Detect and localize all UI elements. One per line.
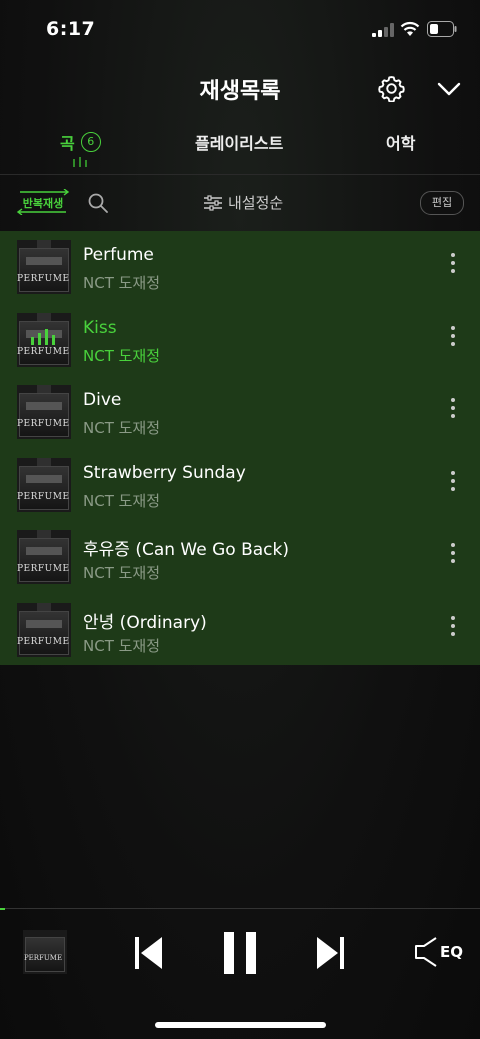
progress-fill [0,908,5,910]
more-icon[interactable] [447,398,459,422]
tab-songs-label: 곡 [60,134,75,153]
more-icon[interactable] [447,326,459,350]
wifi-icon [400,21,420,36]
edit-button[interactable]: 편집 [420,191,464,215]
prev-icon[interactable] [135,936,163,970]
song-artist: NCT 도재정 [83,637,161,655]
eq-label: EQ [440,943,463,961]
song-title: Strawberry Sunday [83,463,246,483]
song-title: Perfume [83,245,154,265]
album-cover-text: PERFUME [17,492,70,502]
more-icon[interactable] [447,253,459,277]
album-cover: PERFUME [17,313,71,367]
playing-bars-icon [31,329,55,345]
repeat-button[interactable]: 반복재생 [16,189,70,215]
home-indicator[interactable] [155,1022,326,1028]
song-title: Kiss [83,318,117,338]
sort-label: 내설정순 [228,194,284,212]
status-time: 6:17 [46,18,96,40]
more-icon[interactable] [447,543,459,567]
tab-songs[interactable]: 곡 6 [60,130,101,154]
list-item-now-playing[interactable]: PERFUME Kiss NCT 도재정 [0,304,480,376]
now-playing-indicator-icon [73,157,87,167]
album-cover: PERFUME [17,603,71,657]
album-cover-text: PERFUME [17,564,70,574]
song-artist: NCT 도재정 [83,274,161,292]
divider [0,174,480,175]
chevron-down-icon[interactable] [437,80,461,98]
signal-icon [372,23,394,37]
status-bar: 6:17 [0,0,480,60]
album-cover: PERFUME [17,530,71,584]
more-icon[interactable] [447,471,459,495]
sort-button[interactable]: 내설정순 [204,192,283,213]
album-cover-text: PERFUME [17,637,70,647]
repeat-label: 반복재생 [22,197,64,210]
list-item[interactable]: PERFUME 후유증 (Can We Go Back) NCT 도재정 [0,521,480,593]
list-item[interactable]: PERFUME Perfume NCT 도재정 [0,231,480,303]
album-cover-text: PERFUME [17,274,70,284]
list-item[interactable]: PERFUME Strawberry Sunday NCT 도재정 [0,449,480,521]
tab-language[interactable]: 어학 [386,130,415,154]
album-cover: PERFUME [17,458,71,512]
album-cover-text: PERFUME [17,419,70,429]
album-cover-text: PERFUME [23,954,63,962]
next-icon[interactable] [316,936,344,970]
mini-player-cover[interactable]: PERFUME [23,930,67,974]
search-icon[interactable] [88,193,108,213]
song-artist: NCT 도재정 [83,419,161,437]
battery-icon [427,21,457,37]
more-icon[interactable] [447,616,459,640]
song-artist: NCT 도재정 [83,492,161,510]
pause-icon[interactable] [224,932,256,974]
song-title: Dive [83,390,122,410]
song-artist: NCT 도재정 [83,347,161,365]
album-cover-text: PERFUME [17,347,70,357]
album-cover: PERFUME [17,385,71,439]
tab-playlist[interactable]: 플레이리스트 [195,130,283,154]
progress-track[interactable] [0,908,480,909]
list-item[interactable]: PERFUME 안녕 (Ordinary) NCT 도재정 [0,594,480,666]
song-count-badge: 6 [80,132,101,152]
album-cover: PERFUME [17,240,71,294]
song-artist: NCT 도재정 [83,564,161,582]
gear-icon[interactable] [378,75,405,102]
song-title: 안녕 (Ordinary) [83,613,207,633]
eq-button[interactable]: EQ [414,937,463,967]
song-title: 후유증 (Can We Go Back) [83,540,289,560]
eq-icon [415,937,437,967]
page-title: 재생목록 [199,79,281,104]
sliders-icon [204,194,222,211]
list-item[interactable]: PERFUME Dive NCT 도재정 [0,376,480,448]
